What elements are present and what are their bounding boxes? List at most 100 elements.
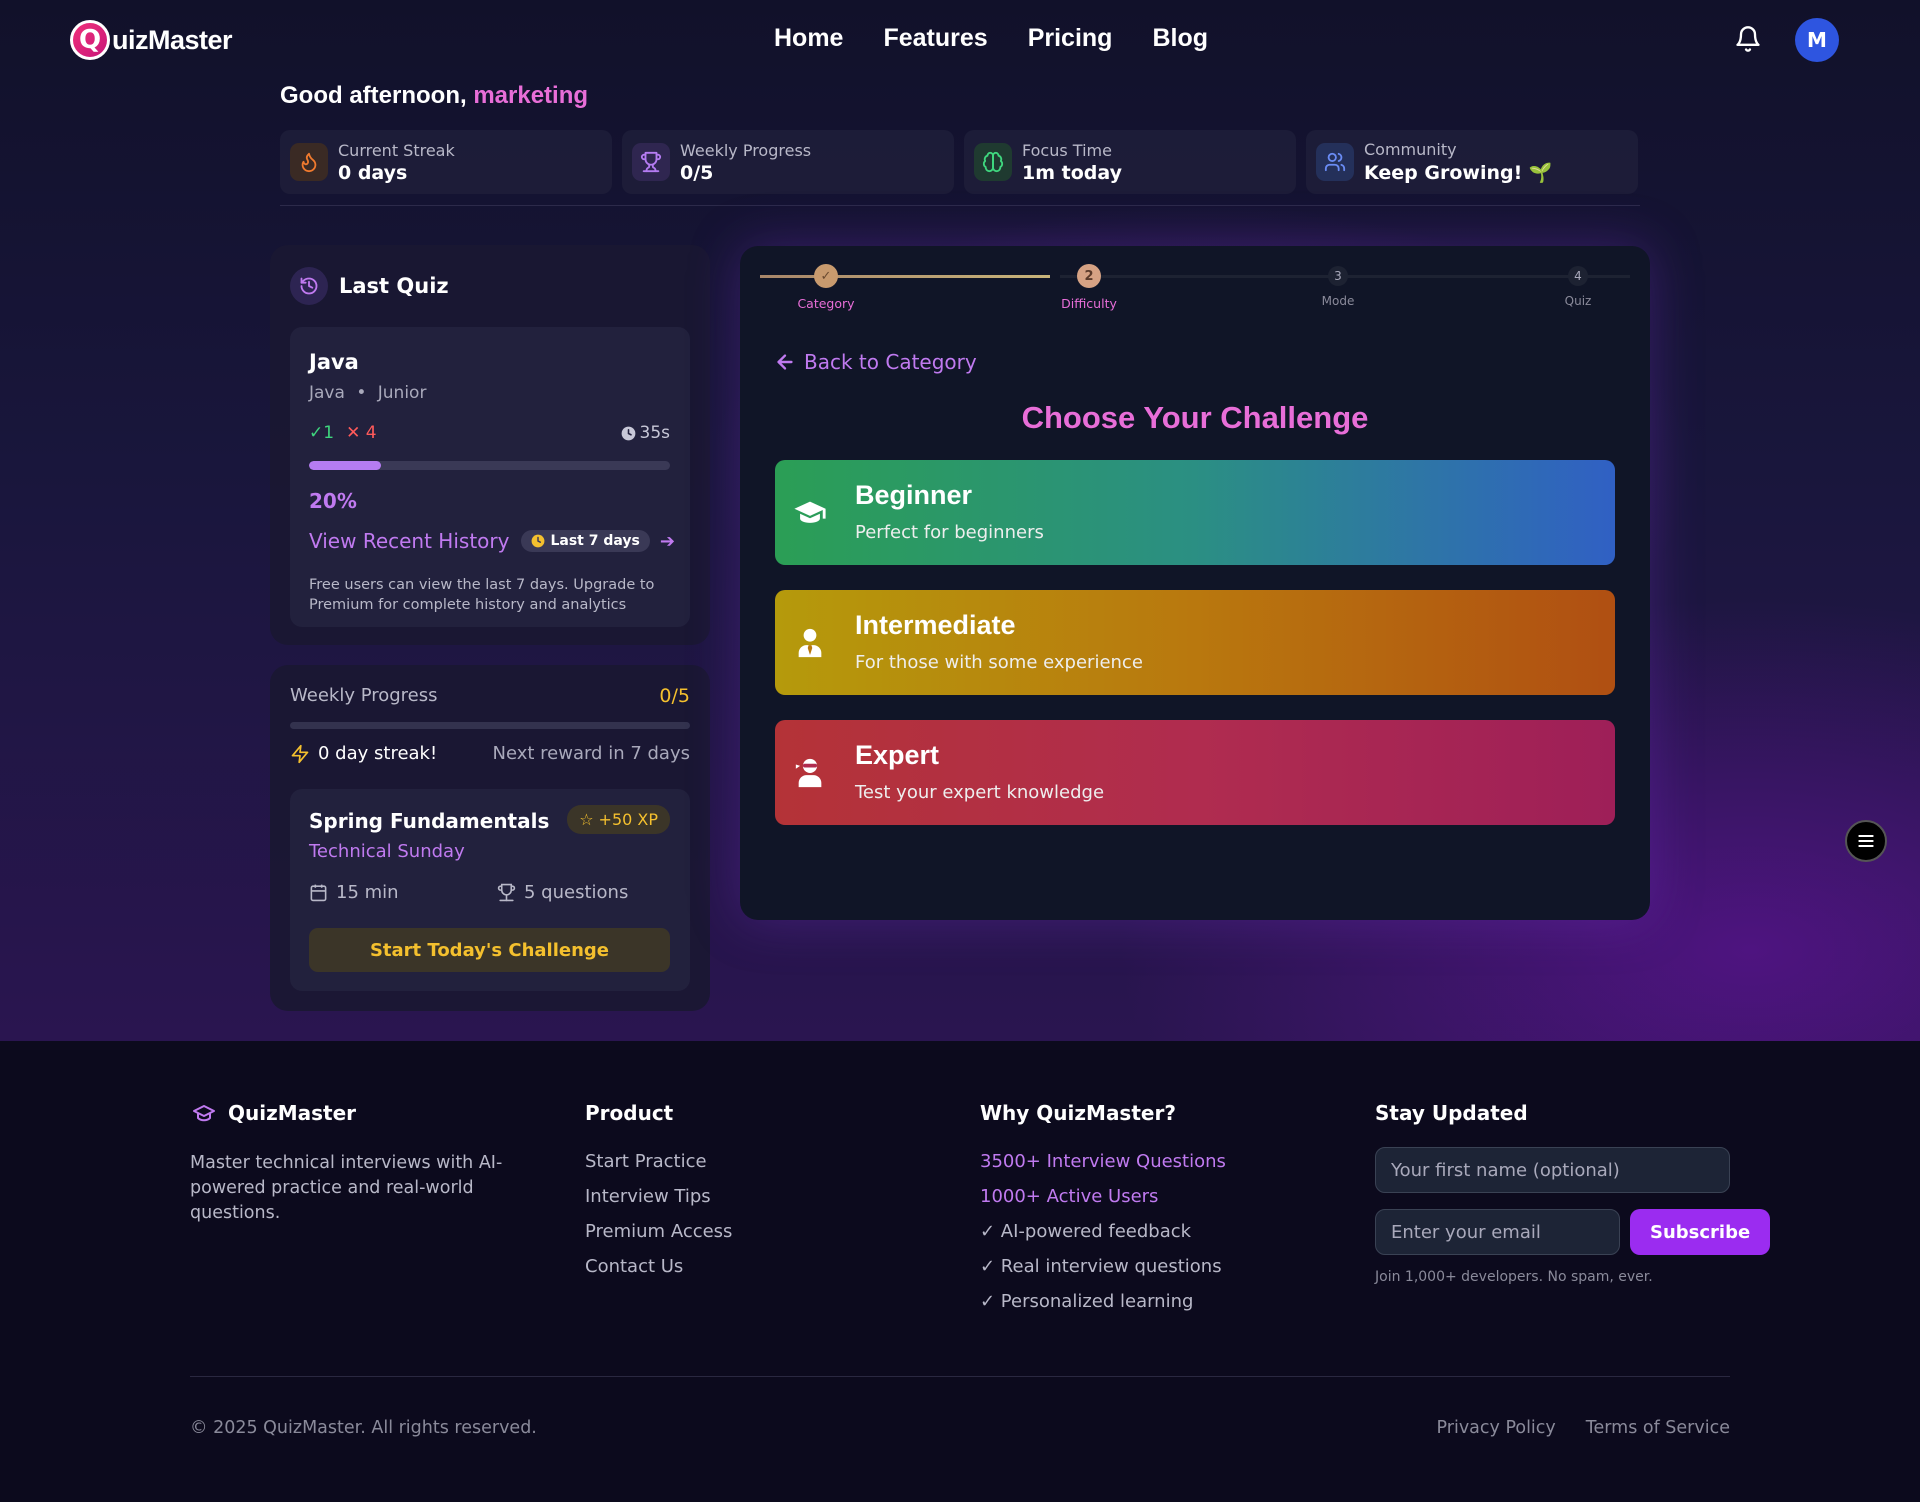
user-ninja-icon [795, 758, 822, 788]
nav-link-home[interactable]: Home [774, 24, 843, 53]
step-dot-quiz[interactable]: 4 [1568, 266, 1588, 286]
avatar[interactable]: M [1795, 18, 1839, 62]
level-card-intermediate[interactable]: Intermediate For those with some experie… [775, 590, 1615, 695]
top-nav: Q uizMaster Home Features Pricing Blog M [0, 0, 1920, 80]
why-item: 1000+ Active Users [980, 1186, 1159, 1207]
back-to-category-link[interactable]: Back to Category [774, 350, 977, 374]
next-reward: Next reward in 7 days [492, 743, 690, 764]
view-recent-history-link[interactable]: View Recent History [309, 529, 509, 553]
check-icon: ✓ [309, 423, 324, 443]
step-dot-category[interactable]: ✓ [814, 264, 838, 288]
challenge-meta: 15 min 5 questions [309, 882, 628, 903]
footer-newsletter-col: Stay Updated Subscribe Join 1,000+ devel… [1375, 1101, 1771, 1285]
privacy-policy-link[interactable]: Privacy Policy [1437, 1418, 1556, 1438]
email-row: Subscribe [1375, 1209, 1771, 1255]
footer-why-heading: Why QuizMaster? [980, 1101, 1176, 1125]
step-dot-mode[interactable]: 3 [1328, 266, 1348, 286]
stats-row: Current Streak 0 days Weekly Progress 0/… [280, 130, 1638, 194]
level-name: Beginner [855, 480, 973, 510]
level-desc: Perfect for beginners [855, 522, 1044, 543]
question-count: 5 questions [497, 882, 628, 903]
weekly-label: Weekly Progress [290, 685, 438, 706]
level-card-beginner[interactable]: Beginner Perfect for beginners [775, 460, 1615, 565]
menu-icon [1858, 835, 1874, 847]
trophy-icon [632, 143, 670, 181]
quiz-percent: 20% [309, 489, 357, 513]
start-challenge-button[interactable]: Start Today's Challenge [309, 928, 670, 972]
brain-icon [974, 143, 1012, 181]
page-heading: Choose Your Challenge [1021, 400, 1369, 435]
logo-q-mark: Q [70, 20, 110, 60]
bell-icon[interactable] [1734, 24, 1762, 54]
why-item: ✓ AI-powered feedback [980, 1221, 1192, 1242]
greeting: Good afternoon, marketing [280, 82, 588, 110]
level-name: Intermediate [855, 610, 1016, 640]
footer-stay-heading: Stay Updated [1375, 1101, 1528, 1125]
footer-link-premium-access[interactable]: Premium Access [585, 1221, 732, 1256]
duration: 15 min [309, 882, 497, 903]
graduation-cap-icon [794, 501, 826, 523]
nav-link-blog[interactable]: Blog [1152, 24, 1208, 53]
copyright: © 2025 QuizMaster. All rights reserved. [190, 1418, 537, 1438]
subscribe-button[interactable]: Subscribe [1630, 1209, 1771, 1255]
greeting-name: marketing [473, 82, 589, 109]
email-input[interactable] [1375, 1209, 1620, 1255]
star-icon: ☆ [579, 810, 594, 829]
streak: 0 day streak! [290, 743, 437, 764]
quiz-level: Junior [377, 383, 427, 403]
quiz-name: Java [309, 350, 359, 374]
step-label-category: Category [797, 296, 855, 311]
stat-label: Focus Time [1022, 140, 1112, 160]
x-icon: ✕ [346, 423, 361, 443]
calendar-icon [310, 884, 327, 902]
logo[interactable]: Q uizMaster [70, 20, 233, 60]
flame-icon [290, 143, 328, 181]
floating-menu-button[interactable] [1845, 820, 1887, 862]
challenge-title: Spring Fundamentals [309, 809, 550, 833]
arrow-right-icon[interactable]: ➔ [660, 531, 675, 552]
footer-link-contact-us[interactable]: Contact Us [585, 1256, 732, 1291]
weekly-progress-bar [290, 722, 690, 729]
why-item: ✓ Personalized learning [980, 1291, 1194, 1312]
arrow-left-icon [777, 354, 793, 370]
clock-icon [532, 534, 545, 548]
level-desc: For those with some experience [855, 652, 1143, 673]
step-label-quiz: Quiz [1564, 294, 1592, 308]
footer-link-start-practice[interactable]: Start Practice [585, 1151, 732, 1186]
correct-count: ✓1 [309, 423, 335, 443]
level-name: Expert [855, 740, 940, 770]
weekly-header: Weekly Progress 0/5 [290, 685, 690, 707]
nav-link-pricing[interactable]: Pricing [1028, 24, 1113, 53]
stat-label: Weekly Progress [680, 140, 812, 160]
footer-brand[interactable]: QuizMaster [190, 1101, 520, 1125]
stat-current-streak: Current Streak 0 days [280, 130, 612, 194]
stat-community: Community Keep Growing! 🌱 [1306, 130, 1638, 194]
lightning-icon [291, 744, 309, 763]
step-label-difficulty: Difficulty [1061, 296, 1117, 311]
nav-link-features[interactable]: Features [883, 24, 987, 53]
daily-challenge-card: Spring Fundamentals ☆ +50 XP Technical S… [290, 789, 690, 991]
weekly-value: 0/5 [659, 685, 690, 707]
first-name-input[interactable] [1375, 1147, 1730, 1193]
terms-of-service-link[interactable]: Terms of Service [1586, 1418, 1730, 1438]
streak-row: 0 day streak! Next reward in 7 days [290, 743, 690, 764]
quiz-progress-fill [309, 461, 382, 470]
step-dot-difficulty[interactable]: 2 [1077, 264, 1101, 288]
footer-why-col: Why QuizMaster? 3500+ Interview Question… [980, 1101, 1226, 1326]
stat-label: Current Streak [338, 140, 455, 160]
footer-product-heading: Product [585, 1101, 674, 1125]
separator-dot-icon: • [356, 383, 367, 403]
logo-text: uizMaster [112, 24, 233, 55]
footer-product-list: Start Practice Interview Tips Premium Ac… [585, 1151, 732, 1291]
step-label-mode: Mode [1321, 294, 1355, 308]
divider [280, 205, 1640, 206]
last-quiz-card[interactable]: Java Java • Junior ✓1 ✕ 4 35s 20% View R… [290, 327, 690, 627]
footer-link-interview-tips[interactable]: Interview Tips [585, 1186, 732, 1221]
level-card-expert[interactable]: Expert Test your expert knowledge [775, 720, 1615, 825]
upgrade-note: Free users can view the last 7 days. Upg… [309, 577, 655, 613]
recent-history: View Recent History Last 7 days ➔ [309, 529, 675, 553]
last-quiz-panel: Last Quiz Java Java • Junior ✓1 ✕ 4 35s … [270, 245, 710, 645]
difficulty-panel: ✓ Category 2 Difficulty 3 Mode 4 Quiz Ba… [740, 246, 1650, 920]
trophy-icon [497, 883, 516, 902]
last-quiz-title: Last Quiz [339, 274, 449, 298]
